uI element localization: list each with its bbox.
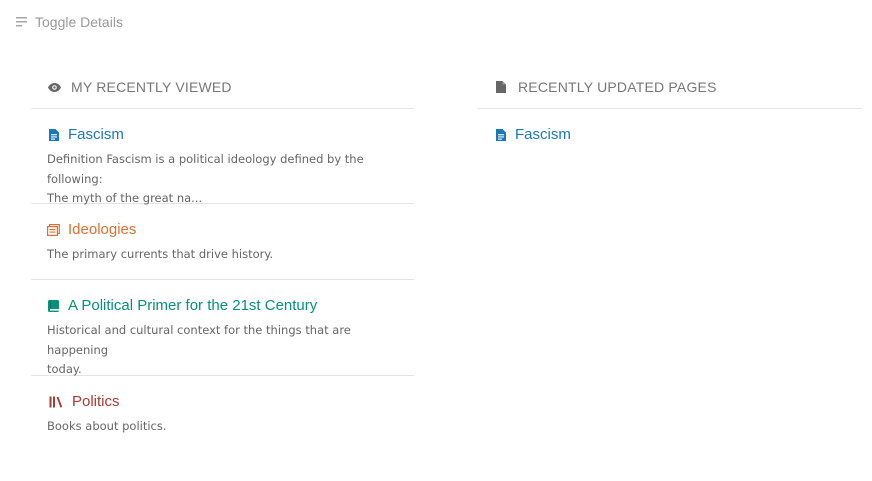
excerpt-line: Books about politics.: [47, 419, 167, 433]
toggle-lines-icon: [16, 17, 28, 27]
recently-updated-title: RECENTLY UPDATED PAGES: [518, 79, 717, 95]
recently-viewed-section: MY RECENTLY VIEWED Fascism Definition Fa…: [31, 66, 414, 446]
entry-title: Ideologies: [68, 221, 137, 238]
entry-excerpt: The primary currents that drive history.: [47, 245, 398, 265]
list-item[interactable]: Politics Books about politics.: [31, 376, 414, 446]
document-icon: [494, 81, 508, 93]
list-item[interactable]: Ideologies The primary currents that dri…: [31, 204, 414, 280]
recently-updated-section: RECENTLY UPDATED PAGES Fascism: [478, 66, 862, 144]
toggle-details-label: Toggle Details: [35, 14, 123, 30]
entry-link[interactable]: Politics: [47, 393, 398, 411]
list-item[interactable]: Fascism: [478, 109, 862, 144]
entry-excerpt: Definition Fascism is a political ideolo…: [47, 150, 398, 209]
toggle-details-button[interactable]: Toggle Details: [16, 13, 123, 31]
excerpt-line: Historical and cultural context for the …: [47, 323, 351, 357]
list-item[interactable]: Fascism Definition Fascism is a politica…: [31, 109, 414, 205]
entry-link[interactable]: A Political Primer for the 21st Century: [47, 297, 398, 315]
entry-link[interactable]: Fascism: [47, 126, 398, 144]
page-icon: [47, 129, 60, 141]
entry-title: Fascism: [515, 126, 571, 143]
list-item[interactable]: A Political Primer for the 21st Century …: [31, 280, 414, 376]
page-icon: [494, 129, 507, 141]
book-icon: [47, 300, 60, 312]
recently-viewed-header: MY RECENTLY VIEWED: [31, 66, 414, 109]
entry-excerpt: Historical and cultural context for the …: [47, 321, 398, 380]
entry-link[interactable]: Ideologies: [47, 221, 398, 239]
entry-title: A Political Primer for the 21st Century: [68, 297, 318, 314]
recently-updated-header: RECENTLY UPDATED PAGES: [478, 66, 862, 109]
entry-link[interactable]: Fascism: [494, 126, 846, 144]
excerpt-line: Definition Fascism is a political ideolo…: [47, 152, 364, 186]
bookshelf-icon: [47, 396, 64, 408]
entry-title: Fascism: [68, 126, 124, 143]
entry-title: Politics: [72, 393, 120, 410]
recently-viewed-title: MY RECENTLY VIEWED: [71, 79, 232, 95]
chapter-icon: [47, 224, 60, 236]
eye-icon: [47, 82, 61, 92]
excerpt-line: The primary currents that drive history.: [47, 247, 274, 261]
entry-excerpt: Books about politics.: [47, 417, 398, 437]
